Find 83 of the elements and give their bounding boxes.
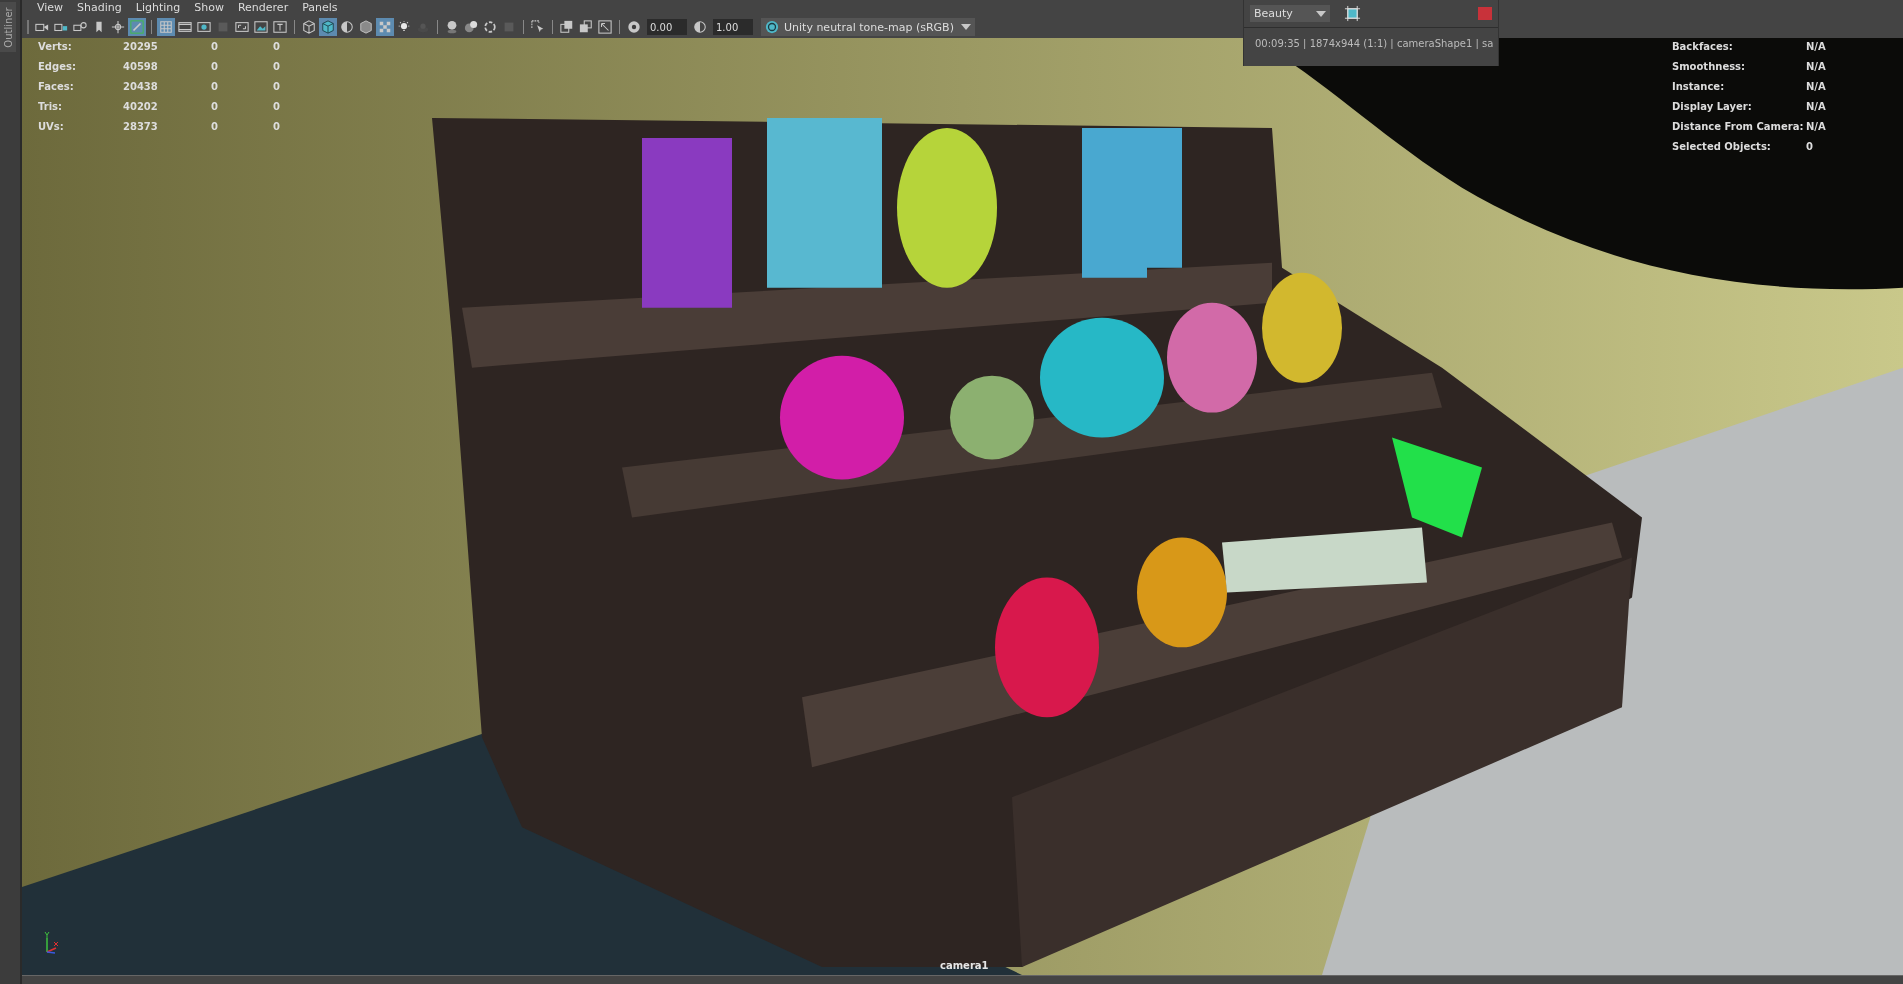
hud-value: N/A — [1806, 40, 1827, 54]
pass-dropdown[interactable]: Beauty — [1250, 5, 1330, 22]
ring-icon — [483, 20, 497, 34]
hud-label: Tris: — [38, 100, 64, 114]
hud-value: 0 — [211, 80, 219, 94]
wire-cube-button[interactable] — [300, 18, 318, 36]
shaded-cube-icon — [359, 20, 373, 34]
half-circle-icon — [693, 20, 707, 34]
light-icon — [397, 20, 411, 34]
number-field[interactable]: 1.00 — [713, 19, 753, 35]
shaded-cube-button[interactable] — [357, 18, 375, 36]
region-icon[interactable] — [1344, 5, 1361, 22]
cube-icon — [321, 20, 335, 34]
hud-label: Smoothness: — [1672, 60, 1747, 74]
image-button[interactable] — [252, 18, 270, 36]
hud-value: 0 — [273, 100, 281, 114]
render-status: 00:09:35 | 1874x944 (1:1) | cameraShape1 | sa — [1254, 37, 1495, 49]
half-circle-button[interactable] — [691, 18, 709, 36]
hud-value: 20438 — [123, 80, 159, 94]
image-icon — [254, 20, 268, 34]
pencil-icon — [130, 20, 144, 34]
caret-icon — [961, 24, 971, 30]
aperture-button[interactable] — [625, 18, 643, 36]
hud-value: N/A — [1806, 60, 1827, 74]
move-icon — [111, 20, 125, 34]
cursor-icon — [531, 20, 545, 34]
camera-name: camera1 — [940, 960, 989, 971]
menu-item[interactable]: Lighting — [128, 0, 188, 16]
hud-value: 0 — [211, 100, 219, 114]
hud-value: 0 — [273, 40, 281, 54]
spheres-icon — [464, 20, 478, 34]
hud-label: Selected Objects: — [1672, 140, 1772, 154]
hud-value: N/A — [1806, 120, 1827, 134]
menu-item[interactable]: Renderer — [230, 0, 296, 16]
hud-value: 0 — [211, 40, 219, 54]
sphere-icon — [445, 20, 459, 34]
toggle-icon[interactable] — [765, 20, 779, 34]
cube-button[interactable] — [319, 18, 337, 36]
hud-value: 0 — [211, 120, 219, 134]
hud-value: 0 — [273, 60, 281, 74]
tone-map-dropdown[interactable]: Unity neutral tone-map (sRGB) — [761, 18, 975, 36]
camera-film-icon — [73, 20, 87, 34]
text-frame-button[interactable] — [271, 18, 289, 36]
hud-value: 28373 — [123, 120, 159, 134]
wireframe-cube-icon — [302, 20, 316, 34]
checker-icon — [378, 20, 392, 34]
hud-label: Verts: — [38, 40, 73, 54]
hud-value: N/A — [1806, 80, 1827, 94]
isolate-icon — [560, 20, 574, 34]
aperture-icon — [627, 20, 641, 34]
menu-item[interactable]: View — [30, 0, 71, 16]
hud-label: Distance From Camera: — [1672, 120, 1805, 134]
checker-button[interactable] — [376, 18, 394, 36]
hud-label: UVs: — [38, 120, 65, 134]
menu-item[interactable]: Panels — [295, 0, 345, 16]
outliner-tab[interactable]: Outliner — [0, 2, 16, 52]
hud-label: Instance: — [1672, 80, 1726, 94]
hud-value: 0 — [1806, 140, 1814, 154]
hud-label: Edges: — [38, 60, 77, 74]
hud-label: Display Layer: — [1672, 100, 1753, 114]
hud-value: 0 — [211, 60, 219, 74]
hud-value: 0 — [273, 120, 281, 134]
film-icon — [178, 20, 192, 34]
grid-icon — [159, 20, 173, 34]
hud-label: Backfaces: — [1672, 40, 1734, 54]
overlap-icon — [579, 20, 593, 34]
number-field[interactable]: 0.00 — [647, 19, 687, 35]
xray-button[interactable] — [596, 18, 614, 36]
hud-value: N/A — [1806, 100, 1827, 114]
hud-value: 40598 — [123, 60, 159, 74]
hud-value: 0 — [273, 80, 281, 94]
half-circle-button[interactable] — [338, 18, 356, 36]
xray-icon — [598, 20, 612, 34]
menu-item[interactable]: Shading — [70, 0, 129, 16]
hud-label: Faces: — [38, 80, 75, 94]
frame-icon — [235, 20, 249, 34]
menu-item[interactable]: Show — [187, 0, 231, 16]
caret-icon — [1316, 10, 1326, 17]
text-frame-icon — [273, 20, 287, 34]
hud-value: 40202 — [123, 100, 159, 114]
hud-value: 20295 — [123, 40, 159, 54]
move-button[interactable] — [109, 18, 127, 36]
half-circle-icon — [340, 20, 354, 34]
